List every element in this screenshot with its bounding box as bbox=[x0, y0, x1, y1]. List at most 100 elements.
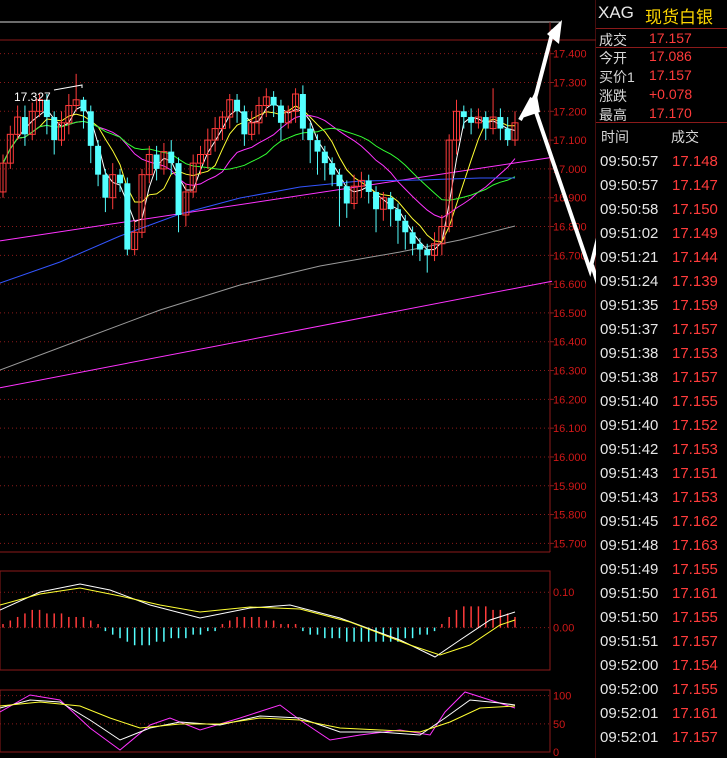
candle-body bbox=[80, 99, 87, 112]
candle-body bbox=[307, 128, 314, 141]
tick-time: 09:51:38 bbox=[600, 345, 659, 362]
tick-time: 09:52:01 bbox=[600, 729, 659, 746]
candlesticks bbox=[0, 73, 519, 273]
candle-body bbox=[51, 117, 58, 141]
trend-line bbox=[0, 156, 553, 242]
tick-price: 17.149 bbox=[672, 225, 718, 242]
y-tick-label: 0 bbox=[553, 747, 559, 758]
quote-row-change: 涨跌 +0.078 bbox=[596, 84, 727, 104]
candle-body bbox=[460, 111, 467, 118]
tick-price: 17.153 bbox=[672, 489, 718, 506]
y-tick-label: 100 bbox=[553, 691, 571, 703]
moving-average-lines bbox=[0, 102, 516, 371]
quote-row-bid: 买价1 17.157 bbox=[596, 65, 727, 85]
y-tick-label: 17.100 bbox=[553, 135, 587, 147]
tick-time: 09:51:24 bbox=[600, 273, 659, 290]
tick-price: 17.157 bbox=[672, 633, 718, 650]
tick-time: 09:51:35 bbox=[600, 297, 659, 314]
candle-body bbox=[387, 197, 394, 210]
candle-body bbox=[314, 140, 321, 152]
tick-time: 09:51:40 bbox=[600, 417, 659, 434]
quote-value: +0.078 bbox=[649, 86, 693, 102]
tick-time: 09:51:42 bbox=[600, 441, 659, 458]
candle-body bbox=[402, 220, 409, 233]
y-tick-label: 15.900 bbox=[553, 481, 587, 493]
y-tick-label: 16.500 bbox=[553, 308, 587, 320]
tick-row: 09:51:50 17.155 bbox=[596, 606, 727, 630]
tick-price: 17.155 bbox=[672, 609, 718, 626]
dea-line bbox=[0, 587, 516, 656]
tick-row: 09:51:50 17.161 bbox=[596, 582, 727, 606]
tick-price: 17.162 bbox=[672, 513, 718, 530]
candle-body bbox=[424, 249, 431, 256]
y-tick-label: 17.200 bbox=[553, 106, 587, 118]
tick-row: 09:52:00 17.155 bbox=[596, 678, 727, 702]
kdj-panel: 100 50 0 bbox=[0, 689, 571, 758]
candle-body bbox=[175, 163, 182, 215]
tick-row: 09:51:38 17.153 bbox=[596, 342, 727, 366]
y-tick-label: 16.200 bbox=[553, 394, 587, 406]
macd-frame bbox=[0, 570, 551, 671]
tick-price: 17.151 bbox=[672, 465, 718, 482]
divider bbox=[596, 122, 727, 123]
candle-body bbox=[373, 191, 380, 210]
tick-price: 17.153 bbox=[672, 345, 718, 362]
tick-time: 09:50:57 bbox=[600, 153, 659, 170]
candle-body bbox=[168, 151, 175, 164]
y-tick-label: 16.100 bbox=[553, 423, 587, 435]
trend-lines bbox=[0, 156, 553, 389]
tick-time: 09:51:21 bbox=[600, 249, 659, 266]
high-annotation: 17.327 bbox=[14, 84, 83, 104]
tick-row: 09:51:49 17.155 bbox=[596, 558, 727, 582]
y-tick-label: 16.700 bbox=[553, 250, 587, 262]
tick-row: 09:51:40 17.152 bbox=[596, 414, 727, 438]
candle-body bbox=[234, 99, 241, 112]
tick-row: 09:50:58 17.150 bbox=[596, 198, 727, 222]
y-tick-label: 0.00 bbox=[553, 623, 574, 635]
y-tick-label: 50 bbox=[553, 719, 565, 731]
candle-body bbox=[416, 243, 423, 250]
quote-row-open: 今开 17.086 bbox=[596, 46, 727, 66]
quote-value: 17.157 bbox=[649, 67, 692, 83]
y-tick-label: 16.000 bbox=[553, 452, 587, 464]
tick-row: 09:50:57 17.148 bbox=[596, 150, 727, 174]
candle-body bbox=[153, 154, 160, 169]
quote-value: 17.086 bbox=[649, 48, 692, 64]
y-tick-label: 16.900 bbox=[553, 193, 587, 205]
symbol-code: XAG bbox=[598, 3, 634, 22]
candle-body bbox=[124, 183, 131, 250]
tick-price: 17.139 bbox=[672, 273, 718, 290]
quote-row-high: 最高 17.170 bbox=[596, 103, 727, 123]
tick-time: 09:50:57 bbox=[600, 177, 659, 194]
tick-time: 09:51:43 bbox=[600, 465, 659, 482]
candle-body bbox=[299, 94, 306, 129]
tick-time: 09:50:58 bbox=[600, 201, 659, 218]
macd-panel: 0.10 0.00 bbox=[0, 570, 574, 671]
y-tick-label: 0.10 bbox=[553, 587, 574, 599]
candle-body bbox=[394, 209, 401, 221]
tick-time: 09:51:43 bbox=[600, 489, 659, 506]
ticks-col-time: 时间 bbox=[601, 129, 629, 145]
quote-value: 17.170 bbox=[649, 105, 692, 121]
candle-body bbox=[365, 180, 372, 192]
quote-value: 17.157 bbox=[649, 30, 692, 46]
ma-line bbox=[0, 177, 515, 284]
tick-price: 17.159 bbox=[672, 297, 718, 314]
tick-price: 17.150 bbox=[672, 201, 718, 218]
y-tick-label: 15.700 bbox=[553, 538, 587, 550]
candle-body bbox=[95, 145, 102, 175]
candle-body bbox=[343, 186, 350, 204]
kline-chart[interactable]: 17.40017.30017.20017.10017.00016.90016.8… bbox=[0, 0, 596, 758]
tick-row: 09:51:43 17.151 bbox=[596, 462, 727, 486]
tick-row: 09:51:37 17.157 bbox=[596, 318, 727, 342]
tick-price: 17.157 bbox=[672, 369, 718, 386]
high-annotation-label: 17.327 bbox=[14, 90, 51, 104]
tick-price: 17.152 bbox=[672, 417, 718, 434]
tick-price: 17.157 bbox=[672, 729, 718, 746]
tick-price: 17.161 bbox=[672, 585, 718, 602]
tick-time: 09:51:02 bbox=[600, 225, 659, 242]
tick-row: 09:51:51 17.157 bbox=[596, 630, 727, 654]
quote-row-last: 成交 17.157 bbox=[596, 28, 727, 48]
candle-body bbox=[468, 117, 475, 123]
candle-body bbox=[497, 117, 504, 129]
